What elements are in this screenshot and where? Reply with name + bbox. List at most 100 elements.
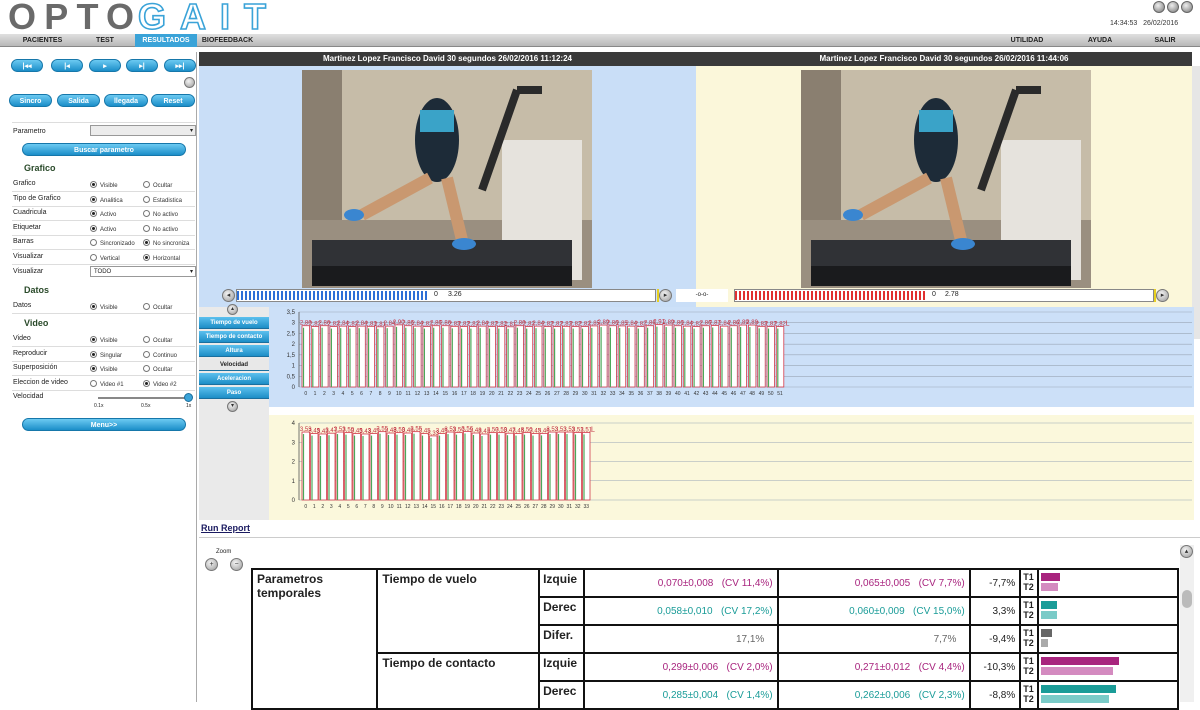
menu-bar: PACIENTES TEST RESULTADOS BIOFEEDBACK UT…: [0, 34, 1200, 47]
radio-label: Singular: [100, 352, 123, 359]
value-t1-cell: 0,299±0,006 (CV 2,0%): [582, 652, 779, 682]
x-tick-label: 3: [330, 504, 333, 510]
salida-button[interactable]: Salida: [57, 94, 100, 107]
first-frame-button[interactable]: |◂◂: [11, 59, 43, 72]
menu-biofeedback[interactable]: BIOFEEDBACK: [200, 34, 255, 47]
runner-shoe: [951, 238, 975, 250]
x-tick-label: 12: [405, 504, 411, 510]
x-tick-label: 22: [508, 391, 514, 397]
radio-option[interactable]: Video #1: [90, 379, 124, 388]
velocidad-slider[interactable]: [98, 393, 193, 403]
tab-paso[interactable]: Paso: [199, 387, 269, 399]
velocidad-label: Velocidad: [13, 393, 44, 400]
parametro-select[interactable]: ▾: [90, 125, 196, 136]
video2-timeline[interactable]: [734, 289, 1154, 302]
radio-label: Activo: [100, 226, 117, 233]
radio-option[interactable]: Video #2: [143, 379, 177, 388]
video2-forward-icon[interactable]: ▸: [1156, 289, 1169, 302]
zoom-in-icon[interactable]: +: [205, 558, 218, 571]
video1-forward-icon[interactable]: ▸: [659, 289, 672, 302]
menu-ayuda[interactable]: AYUDA: [1080, 34, 1120, 47]
radio-option[interactable]: Visible: [90, 303, 118, 311]
zoom-out-icon[interactable]: −: [230, 558, 243, 571]
video1-back-icon[interactable]: ◂: [222, 289, 235, 302]
datos-section-title: Datos: [24, 285, 50, 295]
tab-aceleracion[interactable]: Aceleracion: [199, 373, 269, 385]
divider: [12, 122, 195, 123]
menu-button[interactable]: Menu>>: [22, 418, 186, 431]
radio-option[interactable]: Analitica: [90, 195, 123, 204]
chevron-down-icon[interactable]: ▾: [227, 401, 238, 412]
runner-shirt: [919, 110, 953, 132]
side-label: Izquie: [543, 656, 578, 670]
radio-option[interactable]: Sincronizado: [90, 239, 135, 247]
minimize-icon[interactable]: [1153, 1, 1165, 13]
radio-label: No activo: [153, 226, 179, 233]
menu-resultados[interactable]: RESULTADOS: [135, 34, 197, 47]
option-label: Barras: [13, 238, 34, 245]
x-tick-label: 14: [433, 391, 439, 397]
collapse-icon[interactable]: [184, 77, 195, 88]
scroll-thumb[interactable]: [1182, 590, 1192, 608]
radio-option[interactable]: Ocultar: [143, 336, 172, 344]
divider: [12, 375, 195, 376]
radio-option[interactable]: Activo: [90, 210, 116, 218]
x-tick-label: 45: [721, 391, 727, 397]
close-icon[interactable]: [1181, 1, 1193, 13]
runner-video-image: [302, 70, 592, 288]
radio-option[interactable]: Visible: [90, 336, 118, 344]
menu-test[interactable]: TEST: [75, 34, 135, 47]
radio-option[interactable]: No activo: [143, 210, 178, 218]
y-tick-label: 1: [292, 479, 296, 485]
tab-tiempo-de-vuelo[interactable]: Tiempo de vuelo: [199, 317, 269, 329]
radio-option[interactable]: Horizontal: [143, 253, 180, 262]
menu-pacientes[interactable]: PACIENTES: [10, 34, 75, 47]
radio-option[interactable]: Visible: [90, 181, 118, 189]
radio-option[interactable]: Ocultar: [143, 181, 172, 189]
t2-label: T2: [1023, 638, 1034, 648]
video1-frame[interactable]: [302, 70, 592, 288]
value-t1: 0,058±0,010: [657, 606, 713, 617]
llegada-button[interactable]: llegada: [104, 94, 148, 107]
visualizar-select[interactable]: TODO ▾: [90, 266, 196, 277]
run-report-link[interactable]: Run Report: [201, 523, 250, 533]
pct-value: 3,3%: [992, 606, 1016, 617]
prev-frame-button[interactable]: |◂: [51, 59, 83, 72]
reset-button[interactable]: Reset: [151, 94, 195, 107]
x-tick-label: 18: [456, 504, 462, 510]
video1-timeline[interactable]: [236, 289, 656, 302]
tab-tiempo-de-contacto[interactable]: Tiempo de contacto: [199, 331, 269, 343]
video2-frame[interactable]: [801, 70, 1091, 288]
maximize-icon[interactable]: [1167, 1, 1179, 13]
buscar-parametro-button[interactable]: Buscar parametro: [22, 143, 186, 156]
last-frame-button[interactable]: ▸▸|: [164, 59, 196, 72]
menu-salir[interactable]: SALIR: [1145, 34, 1185, 47]
radio-option[interactable]: Singular: [90, 350, 123, 359]
radio-option[interactable]: No sincroniza: [143, 239, 189, 247]
t-label-cell: T1 T2: [1019, 652, 1040, 682]
radio-option[interactable]: Estadistica: [143, 195, 182, 204]
radio-option[interactable]: No activo: [143, 224, 179, 233]
next-frame-button[interactable]: ▸|: [126, 59, 158, 72]
scroll-up-icon[interactable]: ▴: [1180, 545, 1193, 558]
radio-option[interactable]: Ocultar: [143, 303, 172, 311]
radio-option[interactable]: Ocultar: [143, 365, 172, 373]
radio-option[interactable]: Visible: [90, 365, 118, 373]
x-tick-label: 33: [610, 391, 616, 397]
tab-altura[interactable]: Altura: [199, 345, 269, 357]
t2-bar: [1041, 583, 1059, 591]
slider-thumb[interactable]: [184, 393, 193, 402]
radio-option[interactable]: Vertical: [90, 253, 120, 262]
chevron-up-icon[interactable]: ▴: [227, 304, 238, 315]
option-label: Cuadricula: [13, 209, 47, 216]
radio-option[interactable]: Continuo: [143, 350, 177, 359]
play-button[interactable]: ▸: [89, 59, 121, 72]
x-tick-label: 43: [703, 391, 709, 397]
sincro-button[interactable]: Sincro: [9, 94, 52, 107]
report-scrollbar[interactable]: ▴: [1180, 545, 1194, 702]
radio-option[interactable]: Activo: [90, 224, 117, 233]
t1-label: T1: [1023, 628, 1034, 638]
menu-utilidad[interactable]: UTILIDAD: [1005, 34, 1049, 47]
param-cell: Tiempo de vuelo: [376, 568, 541, 654]
tab-velocidad[interactable]: Velocidad: [199, 359, 269, 371]
